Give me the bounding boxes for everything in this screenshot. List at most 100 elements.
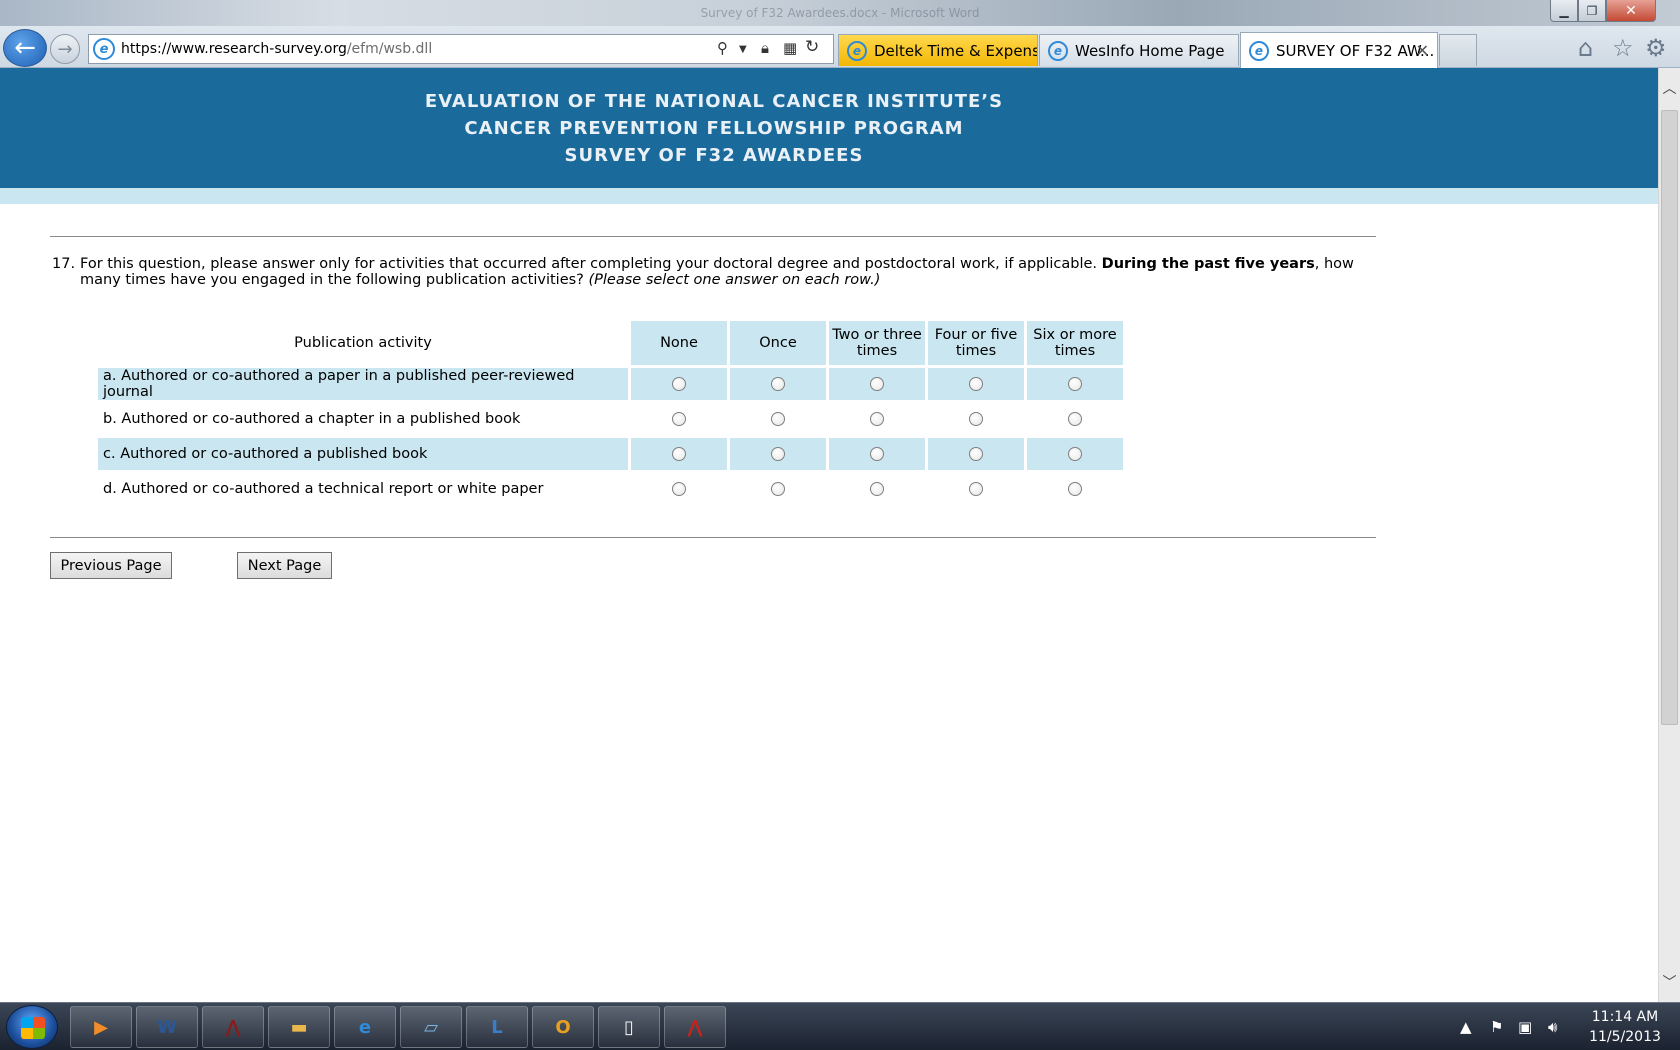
radio-button[interactable] — [1068, 447, 1082, 461]
radio-button[interactable] — [672, 377, 686, 391]
system-clock[interactable]: 11:14 AM 11/5/2013 — [1580, 1007, 1670, 1047]
tab-label: Deltek Time & Expense... — [874, 41, 1037, 60]
tab-label: WesInfo Home Page — [1075, 41, 1225, 60]
response-cell — [928, 438, 1024, 470]
taskbar-word-button[interactable]: W — [136, 1006, 198, 1048]
radio-button[interactable] — [771, 377, 785, 391]
internet-explorer-icon: e — [358, 1016, 372, 1038]
search-icon[interactable]: ⚲ — [717, 39, 728, 57]
activity-label: b. Authored or co-authored a chapter in … — [103, 411, 521, 427]
radio-button[interactable] — [969, 482, 983, 496]
minimize-button[interactable]: ▁ — [1550, 0, 1578, 22]
action-center-flag-icon[interactable]: ⚑ — [1490, 1018, 1503, 1036]
taskbar-lync-button[interactable]: L — [466, 1006, 528, 1048]
previous-page-button[interactable]: Previous Page — [50, 552, 172, 579]
new-tab-button[interactable] — [1439, 34, 1477, 66]
taskbar-acrobat-reader-button[interactable]: ⋀ — [202, 1006, 264, 1048]
chevron-down-icon[interactable]: ▼ — [739, 44, 747, 55]
restore-button[interactable]: ❐ — [1578, 0, 1606, 22]
scrollbar-thumb[interactable] — [1661, 110, 1678, 725]
taskbar-internet-explorer-button[interactable]: e — [334, 1006, 396, 1048]
home-icon[interactable]: ⌂ — [1578, 34, 1593, 62]
radio-button[interactable] — [969, 412, 983, 426]
taskbar-media-player-button[interactable]: ▶ — [70, 1006, 132, 1048]
response-cell — [730, 368, 826, 400]
response-cell — [1027, 473, 1123, 505]
tab-survey-active[interactable]: e SURVEY OF F32 AW... ✕ — [1240, 32, 1438, 68]
start-button[interactable] — [6, 1005, 58, 1049]
response-cell — [1027, 368, 1123, 400]
next-page-button[interactable]: Next Page — [237, 552, 332, 579]
compatibility-view-icon[interactable]: ▦ — [783, 39, 797, 57]
radio-button[interactable] — [1068, 377, 1082, 391]
response-cell — [631, 368, 727, 400]
tab-deltek[interactable]: e Deltek Time & Expense... — [838, 34, 1038, 66]
table-row: b. Authored or co-authored a chapter in … — [98, 403, 1123, 435]
scroll-down-arrow-icon[interactable]: ﹀ — [1659, 962, 1680, 1002]
file-explorer-icon: ▬ — [290, 1016, 308, 1038]
radio-button[interactable] — [870, 482, 884, 496]
table-row: a. Authored or co-authored a paper in a … — [98, 368, 1123, 400]
radio-button[interactable] — [1068, 482, 1082, 496]
lock-icon[interactable]: 🔒︎ — [761, 39, 769, 57]
radio-button[interactable] — [969, 377, 983, 391]
radio-button[interactable] — [969, 447, 983, 461]
address-bar[interactable]: e https://www.research-survey.org/efm/ws… — [88, 34, 834, 64]
outlook-icon: O — [555, 1016, 571, 1038]
question-instruction: (Please select one answer on each row.) — [588, 272, 881, 288]
response-cell — [829, 403, 925, 435]
response-cell — [928, 473, 1024, 505]
survey-page: EVALUATION OF THE NATIONAL CANCER INSTIT… — [0, 68, 1658, 1002]
response-cell — [730, 438, 826, 470]
column-header-activity: Publication activity — [98, 321, 628, 365]
radio-button[interactable] — [672, 412, 686, 426]
radio-button[interactable] — [1068, 412, 1082, 426]
radio-button[interactable] — [870, 412, 884, 426]
banner-title-line-3: SURVEY OF F32 AWARDEES — [564, 144, 864, 166]
acrobat-reader-icon: ⋀ — [225, 1016, 241, 1038]
taskbar-outlook-button[interactable]: O — [532, 1006, 594, 1048]
column-header-once: Once — [730, 321, 826, 365]
banner-accent-strip — [0, 188, 1658, 204]
back-button[interactable]: ← — [3, 29, 47, 67]
network-icon[interactable]: ▣ — [1518, 1018, 1532, 1036]
gear-icon[interactable]: ⚙ — [1645, 34, 1667, 62]
taskbar-blank-document-button[interactable]: ▯ — [598, 1006, 660, 1048]
question-number: 17. — [52, 256, 76, 272]
tab-wesinfo[interactable]: e WesInfo Home Page — [1039, 34, 1239, 66]
radio-button[interactable] — [672, 482, 686, 496]
radio-button[interactable] — [870, 447, 884, 461]
radio-button[interactable] — [672, 447, 686, 461]
taskbar-acrobat-button[interactable]: ⋀ — [664, 1006, 726, 1048]
radio-button[interactable] — [771, 447, 785, 461]
radio-button[interactable] — [870, 377, 884, 391]
column-header-none: None — [631, 321, 727, 365]
browser-navigation-bar: ← → e https://www.research-survey.org/ef… — [0, 26, 1680, 68]
favorites-star-icon[interactable]: ☆ — [1612, 34, 1634, 62]
media-player-icon: ▶ — [94, 1016, 108, 1038]
close-tab-icon[interactable]: ✕ — [1416, 41, 1429, 60]
windows-logo-icon — [21, 1017, 45, 1039]
word-icon: W — [157, 1016, 177, 1038]
close-window-button[interactable]: ✕ — [1606, 0, 1656, 22]
question-text-emphasis: During the past five years — [1101, 256, 1315, 272]
acrobat-icon: ⋀ — [687, 1016, 703, 1038]
taskbar-file-explorer-button[interactable]: ▬ — [268, 1006, 330, 1048]
scroll-up-arrow-icon[interactable]: ︿ — [1659, 68, 1680, 108]
response-cell — [631, 403, 727, 435]
show-hidden-icons-icon[interactable]: ▲ — [1460, 1018, 1472, 1036]
clock-time: 11:14 AM — [1591, 1009, 1659, 1025]
forward-button[interactable]: → — [50, 34, 80, 64]
activity-label: c. Authored or co-authored a published b… — [98, 438, 628, 470]
response-cell — [1027, 403, 1123, 435]
volume-icon[interactable]: 🔊︎ — [1548, 1018, 1557, 1036]
vertical-scrollbar[interactable]: ︿ ﹀ — [1658, 68, 1680, 1002]
refresh-icon[interactable]: ↻ — [805, 37, 819, 57]
taskbar-notepad-button[interactable]: ▱ — [400, 1006, 462, 1048]
response-cell — [1027, 438, 1123, 470]
radio-button[interactable] — [771, 412, 785, 426]
banner-title-line-1: EVALUATION OF THE NATIONAL CANCER INSTIT… — [424, 90, 1004, 112]
survey-banner: EVALUATION OF THE NATIONAL CANCER INSTIT… — [0, 68, 1658, 188]
response-cell — [829, 438, 925, 470]
radio-button[interactable] — [771, 482, 785, 496]
